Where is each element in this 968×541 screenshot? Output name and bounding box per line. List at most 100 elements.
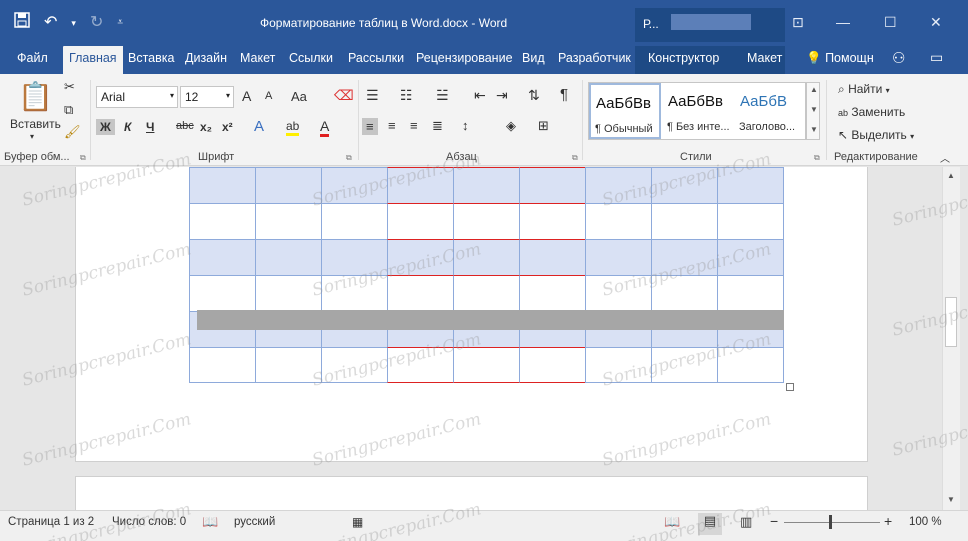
- table-cell[interactable]: [519, 239, 586, 276]
- maximize-button[interactable]: ☐: [884, 14, 897, 31]
- tab-insert[interactable]: Вставка: [128, 51, 174, 65]
- paragraph-launcher-icon[interactable]: ⧉: [572, 153, 578, 163]
- table-cell[interactable]: [717, 347, 784, 383]
- page-count[interactable]: Страница 1 из 2: [8, 516, 94, 528]
- select-button[interactable]: ↖ Выделить ▾: [838, 128, 914, 142]
- text-effects-button[interactable]: A: [254, 118, 264, 135]
- style-normal[interactable]: АаБбВв ¶ Обычный: [589, 83, 661, 139]
- table-cell[interactable]: [717, 239, 784, 276]
- table-cell[interactable]: [453, 167, 520, 204]
- borders-icon[interactable]: ⊞: [538, 118, 549, 134]
- font-launcher-icon[interactable]: ⧉: [346, 153, 352, 163]
- table-cell[interactable]: [387, 167, 454, 204]
- table-cell[interactable]: [651, 239, 718, 276]
- table-cell[interactable]: [321, 239, 388, 276]
- table-cell[interactable]: [255, 275, 322, 312]
- bold-button[interactable]: Ж: [96, 119, 115, 135]
- table-cell[interactable]: [255, 239, 322, 276]
- minimize-button[interactable]: —: [836, 14, 850, 30]
- customize-qat-icon[interactable]: ⩡: [117, 13, 123, 33]
- share-icon[interactable]: ⚇: [892, 49, 905, 67]
- increase-indent-icon[interactable]: ⇥: [496, 87, 508, 104]
- table-cell[interactable]: [519, 203, 586, 240]
- numbering-icon[interactable]: ☷: [400, 87, 413, 104]
- find-button[interactable]: ⌕ Найти ▾: [838, 82, 890, 97]
- font-color-button[interactable]: A: [320, 118, 330, 137]
- proofing-icon[interactable]: 📖: [202, 514, 218, 530]
- page-2[interactable]: [75, 476, 868, 510]
- table-cell[interactable]: [585, 275, 652, 312]
- tab-review[interactable]: Рецензирование: [416, 51, 513, 65]
- tab-mailings[interactable]: Рассылки: [348, 51, 404, 65]
- table-cell[interactable]: [519, 275, 586, 312]
- zoom-level[interactable]: 100 %: [909, 516, 942, 528]
- cut-icon[interactable]: ✂: [64, 79, 75, 95]
- align-right-icon[interactable]: ≡: [410, 118, 418, 133]
- web-layout-icon[interactable]: ▥: [740, 514, 752, 530]
- show-marks-icon[interactable]: ¶: [560, 86, 568, 103]
- table-cell[interactable]: [585, 203, 652, 240]
- zoom-slider-thumb[interactable]: [829, 515, 832, 529]
- grow-font-button[interactable]: A: [242, 88, 251, 104]
- more-styles-icon[interactable]: ▼: [810, 125, 818, 134]
- table-cell[interactable]: [321, 347, 388, 383]
- table-cell[interactable]: [387, 203, 454, 240]
- tab-table-design[interactable]: Конструктор: [648, 51, 719, 65]
- table-cell[interactable]: [453, 275, 520, 312]
- scroll-down-icon[interactable]: ▼: [947, 495, 955, 504]
- clipboard-launcher-icon[interactable]: ⧉: [80, 153, 86, 163]
- table-cell[interactable]: [387, 239, 454, 276]
- zoom-slider[interactable]: [784, 522, 880, 523]
- table-cell[interactable]: [189, 167, 256, 204]
- scroll-thumb[interactable]: [945, 297, 957, 347]
- table-cell[interactable]: [585, 347, 652, 383]
- macro-icon[interactable]: ▦: [352, 515, 363, 529]
- table-cell[interactable]: [189, 239, 256, 276]
- ribbon-display-options-icon[interactable]: ⊡: [792, 14, 804, 31]
- subscript-button[interactable]: x₂: [200, 120, 212, 134]
- line-spacing-icon[interactable]: ↕: [462, 118, 469, 133]
- styles-launcher-icon[interactable]: ⧉: [814, 153, 820, 163]
- print-layout-icon[interactable]: ▤: [698, 513, 722, 535]
- decrease-indent-icon[interactable]: ⇤: [474, 87, 486, 104]
- style-no-spacing[interactable]: АаБбВв ¶ Без инте...: [663, 83, 735, 139]
- table-cell[interactable]: [387, 347, 454, 383]
- table-cell[interactable]: [255, 347, 322, 383]
- shrink-font-button[interactable]: A: [265, 90, 272, 102]
- table-cell[interactable]: [189, 275, 256, 312]
- table-cell[interactable]: [519, 347, 586, 383]
- bullets-icon[interactable]: ☰: [366, 87, 379, 104]
- highlight-button[interactable]: ab: [286, 119, 300, 136]
- tab-view[interactable]: Вид: [522, 51, 545, 65]
- table-cell[interactable]: [321, 275, 388, 312]
- format-painter-icon[interactable]: 🖌: [64, 124, 81, 140]
- table-cell[interactable]: [651, 347, 718, 383]
- paste-button[interactable]: Вставить: [10, 117, 61, 131]
- table-cell[interactable]: [651, 275, 718, 312]
- save-icon[interactable]: [14, 12, 30, 34]
- tab-design[interactable]: Дизайн: [185, 51, 227, 65]
- tell-me-button[interactable]: 💡 Помощн: [806, 51, 874, 66]
- undo-icon[interactable]: ↶: [44, 13, 57, 33]
- tab-home[interactable]: Главная: [63, 46, 123, 74]
- tab-references[interactable]: Ссылки: [289, 51, 333, 65]
- justify-icon[interactable]: ≣: [432, 118, 443, 134]
- language[interactable]: русский: [234, 516, 275, 528]
- align-center-icon[interactable]: ≡: [388, 118, 396, 133]
- styles-scroll[interactable]: ▲ ▼ ▼: [806, 82, 820, 140]
- tab-file[interactable]: Файл: [17, 51, 48, 65]
- table-cell[interactable]: [321, 203, 388, 240]
- table-cell[interactable]: [651, 167, 718, 204]
- multilevel-list-icon[interactable]: ☱: [436, 87, 449, 104]
- table-cell[interactable]: [255, 203, 322, 240]
- table-cell[interactable]: [585, 167, 652, 204]
- tab-layout[interactable]: Макет: [240, 51, 275, 65]
- table-cell[interactable]: [255, 167, 322, 204]
- table-cell[interactable]: [189, 347, 256, 383]
- comments-icon[interactable]: ▭: [930, 49, 943, 66]
- underline-button[interactable]: Ч: [146, 120, 154, 134]
- tab-developer[interactable]: Разработчик: [558, 51, 631, 65]
- table-cell[interactable]: [453, 239, 520, 276]
- strikethrough-button[interactable]: abc: [176, 120, 194, 132]
- sort-icon[interactable]: ⇅: [528, 87, 540, 104]
